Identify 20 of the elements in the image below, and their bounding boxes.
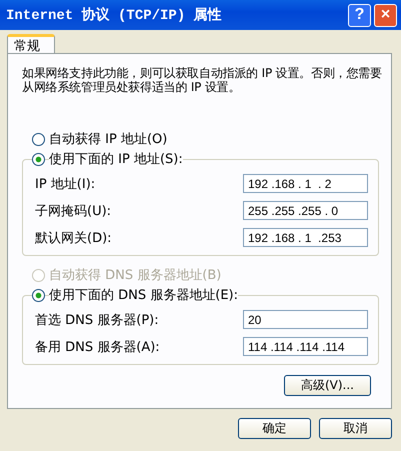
ip-input-field[interactable]: 255 .255 .255 . 0: [243, 201, 368, 220]
ip-input-field[interactable]: 20: [243, 310, 368, 329]
description-text: 如果网络支持此功能，则可以获取自动指派的 IP 设置。否则，您需要从网络系统管理员处获得适当的 IP 设置。: [22, 66, 382, 94]
ip-input-field[interactable]: 114 .114 .114 .114: [243, 337, 368, 356]
dialog-button[interactable]: 确定: [238, 418, 311, 439]
radio-option[interactable]: 自动获得 IP 地址(O): [32, 130, 379, 148]
field-label: 子网掩码(U):: [35, 202, 112, 220]
dialog-button[interactable]: 取消: [319, 418, 392, 439]
field-label: 默认网关(D):: [35, 230, 112, 246]
radio-option[interactable]: 使用下面的 IP 地址(S):: [32, 150, 379, 168]
field-label: IP 地址(I):: [35, 176, 96, 192]
field-label: 备用 DNS 服务器(A):: [35, 338, 160, 356]
ip-input-field[interactable]: 192 .168 . 1 . 2: [243, 174, 368, 193]
field-label: 首选 DNS 服务器(P):: [35, 312, 159, 328]
ip-input-field[interactable]: 192 .168 . 1 .253: [243, 228, 368, 247]
window-title: Internet 协议 (TCP/IP) 属性: [6, 6, 223, 24]
help-button[interactable]: ?: [348, 4, 371, 26]
close-button[interactable]: ×: [374, 4, 397, 26]
tab[interactable]: 常规: [7, 34, 55, 53]
advanced-button[interactable]: 高级(V)...: [284, 375, 371, 396]
